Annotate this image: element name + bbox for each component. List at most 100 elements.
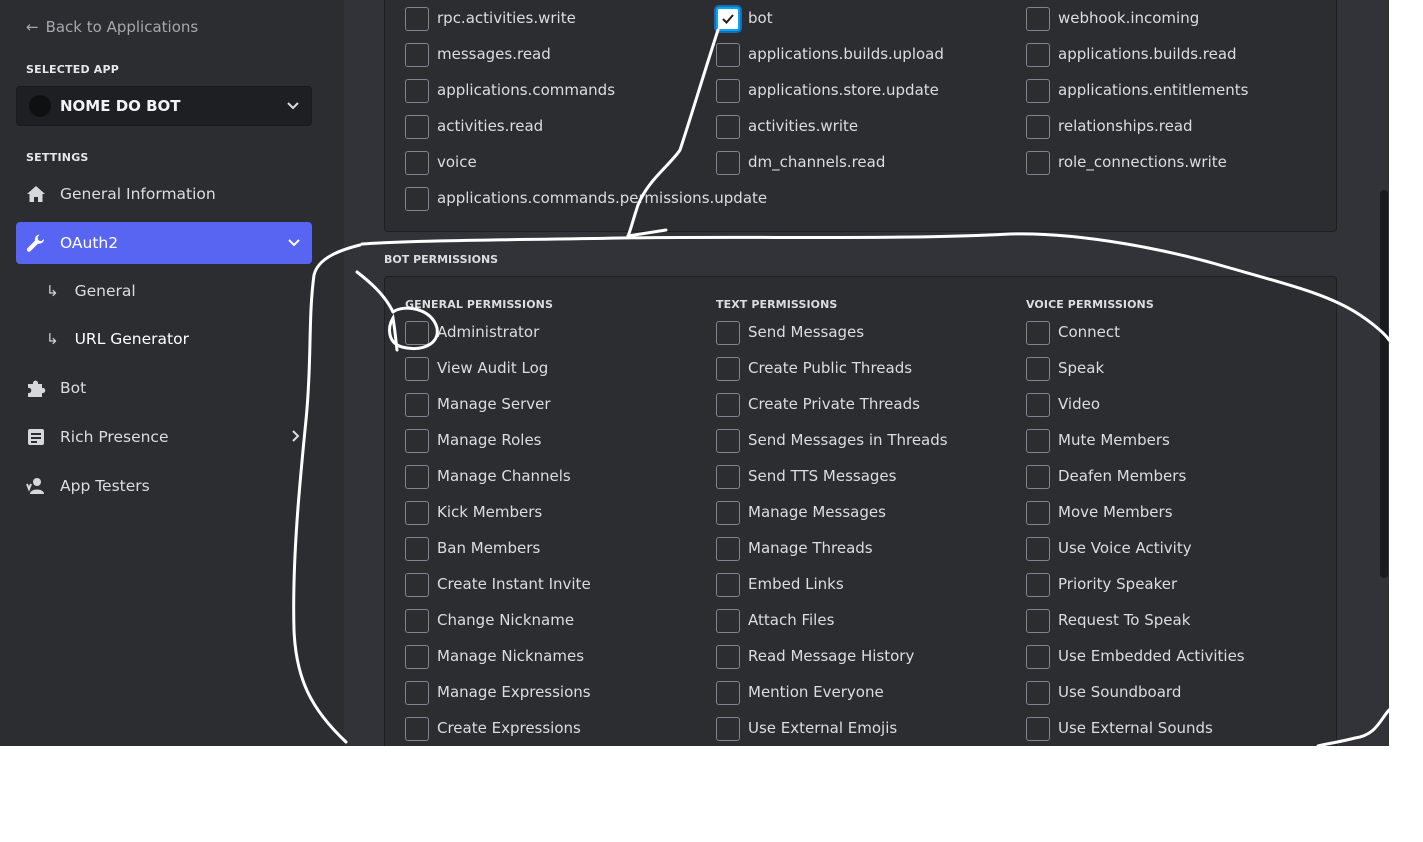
checkbox[interactable]	[405, 187, 429, 211]
checkbox[interactable]	[716, 645, 740, 669]
checkbox[interactable]	[1026, 393, 1050, 417]
checkbox[interactable]	[405, 501, 429, 525]
scope-label[interactable]: applications.builds.upload	[748, 45, 944, 63]
scope-label[interactable]: role_connections.write	[1058, 153, 1227, 171]
checkbox[interactable]	[716, 321, 740, 345]
checkbox[interactable]	[405, 115, 429, 139]
scope-label[interactable]: applications.commands.permissions.update	[437, 189, 767, 207]
checkbox[interactable]	[1026, 321, 1050, 345]
checkbox[interactable]	[716, 501, 740, 525]
checkbox[interactable]	[1026, 717, 1050, 741]
checkbox[interactable]	[405, 573, 429, 597]
permission-label[interactable]: Connect	[1058, 323, 1120, 341]
scope-label[interactable]: bot	[748, 9, 773, 27]
permission-label[interactable]: Manage Expressions	[437, 683, 591, 701]
sidebar-item-app-testers[interactable]: App Testers	[16, 465, 312, 507]
scope-label[interactable]: applications.store.update	[748, 81, 939, 99]
permission-label[interactable]: Read Message History	[748, 647, 914, 665]
scope-label[interactable]: relationships.read	[1058, 117, 1193, 135]
permission-label[interactable]: Manage Nicknames	[437, 647, 584, 665]
checkbox[interactable]	[716, 79, 740, 103]
permission-label[interactable]: Send Messages	[748, 323, 864, 341]
checkbox[interactable]	[1026, 681, 1050, 705]
permission-label[interactable]: Use External Sounds	[1058, 719, 1213, 737]
permission-label[interactable]: Priority Speaker	[1058, 575, 1177, 593]
checkbox[interactable]	[1026, 115, 1050, 139]
checkbox[interactable]	[1026, 429, 1050, 453]
permission-label[interactable]: Create Private Threads	[748, 395, 920, 413]
checkbox[interactable]	[405, 43, 429, 67]
checkbox[interactable]	[716, 465, 740, 489]
checkbox[interactable]	[405, 357, 429, 381]
permission-label[interactable]: Change Nickname	[437, 611, 574, 629]
permission-label[interactable]: Use Embedded Activities	[1058, 647, 1245, 665]
scope-label[interactable]: webhook.incoming	[1058, 9, 1199, 27]
sidebar-subitem-general[interactable]: ↳ General	[46, 271, 136, 311]
permission-label[interactable]: Manage Channels	[437, 467, 571, 485]
checkbox[interactable]	[716, 681, 740, 705]
checkbox[interactable]	[1026, 151, 1050, 175]
checkbox[interactable]	[405, 7, 429, 31]
permission-label[interactable]: Speak	[1058, 359, 1104, 377]
checkbox[interactable]	[716, 573, 740, 597]
permission-label[interactable]: Video	[1058, 395, 1100, 413]
checkbox[interactable]	[1026, 645, 1050, 669]
permission-label[interactable]: Create Instant Invite	[437, 575, 591, 593]
permission-label[interactable]: Create Expressions	[437, 719, 581, 737]
checkbox[interactable]	[1026, 609, 1050, 633]
permission-label[interactable]: Mute Members	[1058, 431, 1170, 449]
checkbox[interactable]	[716, 429, 740, 453]
scrollbar[interactable]	[1380, 190, 1388, 578]
permission-label[interactable]: Mention Everyone	[748, 683, 884, 701]
checkbox[interactable]	[1026, 501, 1050, 525]
checkbox[interactable]	[1026, 537, 1050, 561]
checkbox[interactable]	[716, 393, 740, 417]
checkbox[interactable]	[405, 79, 429, 103]
permission-label[interactable]: Manage Roles	[437, 431, 542, 449]
checkbox[interactable]	[1026, 43, 1050, 67]
scope-label[interactable]: rpc.activities.write	[437, 9, 576, 27]
checkbox[interactable]	[1026, 7, 1050, 31]
scope-label[interactable]: messages.read	[437, 45, 551, 63]
permission-label[interactable]: View Audit Log	[437, 359, 548, 377]
checkbox[interactable]	[1026, 465, 1050, 489]
scope-label[interactable]: activities.read	[437, 117, 543, 135]
permission-label[interactable]: Manage Server	[437, 395, 551, 413]
scope-label[interactable]: activities.write	[748, 117, 858, 135]
checkbox[interactable]	[716, 609, 740, 633]
scope-label[interactable]: applications.commands	[437, 81, 615, 99]
scope-label[interactable]: dm_channels.read	[748, 153, 885, 171]
checkbox[interactable]	[405, 321, 429, 345]
checkbox[interactable]	[716, 717, 740, 741]
checkbox[interactable]	[405, 151, 429, 175]
checkbox[interactable]	[716, 357, 740, 381]
checkbox[interactable]	[405, 681, 429, 705]
sidebar-item-oauth2[interactable]: OAuth2	[16, 222, 312, 264]
scope-label[interactable]: applications.entitlements	[1058, 81, 1248, 99]
checkbox[interactable]	[405, 645, 429, 669]
permission-label[interactable]: Request To Speak	[1058, 611, 1190, 629]
permission-label[interactable]: Send TTS Messages	[748, 467, 896, 485]
checkbox[interactable]	[405, 609, 429, 633]
permission-label[interactable]: Use Voice Activity	[1058, 539, 1192, 557]
checkbox[interactable]	[716, 7, 740, 31]
checkbox[interactable]	[1026, 573, 1050, 597]
app-selector[interactable]: NOME DO BOT	[16, 86, 312, 126]
permission-label[interactable]: Manage Threads	[748, 539, 873, 557]
checkbox[interactable]	[716, 43, 740, 67]
permission-label[interactable]: Send Messages in Threads	[748, 431, 948, 449]
checkbox[interactable]	[405, 465, 429, 489]
permission-label[interactable]: Embed Links	[748, 575, 844, 593]
checkbox[interactable]	[716, 115, 740, 139]
scope-label[interactable]: applications.builds.read	[1058, 45, 1237, 63]
permission-label[interactable]: Attach Files	[748, 611, 834, 629]
scope-label[interactable]: voice	[437, 153, 477, 171]
permission-label[interactable]: Create Public Threads	[748, 359, 912, 377]
checkbox[interactable]	[405, 717, 429, 741]
checkbox[interactable]	[716, 537, 740, 561]
checkbox[interactable]	[405, 429, 429, 453]
permission-label[interactable]: Administrator	[437, 323, 539, 341]
permission-label[interactable]: Manage Messages	[748, 503, 886, 521]
sidebar-item-rich-presence[interactable]: Rich Presence	[16, 416, 312, 458]
checkbox[interactable]	[405, 393, 429, 417]
